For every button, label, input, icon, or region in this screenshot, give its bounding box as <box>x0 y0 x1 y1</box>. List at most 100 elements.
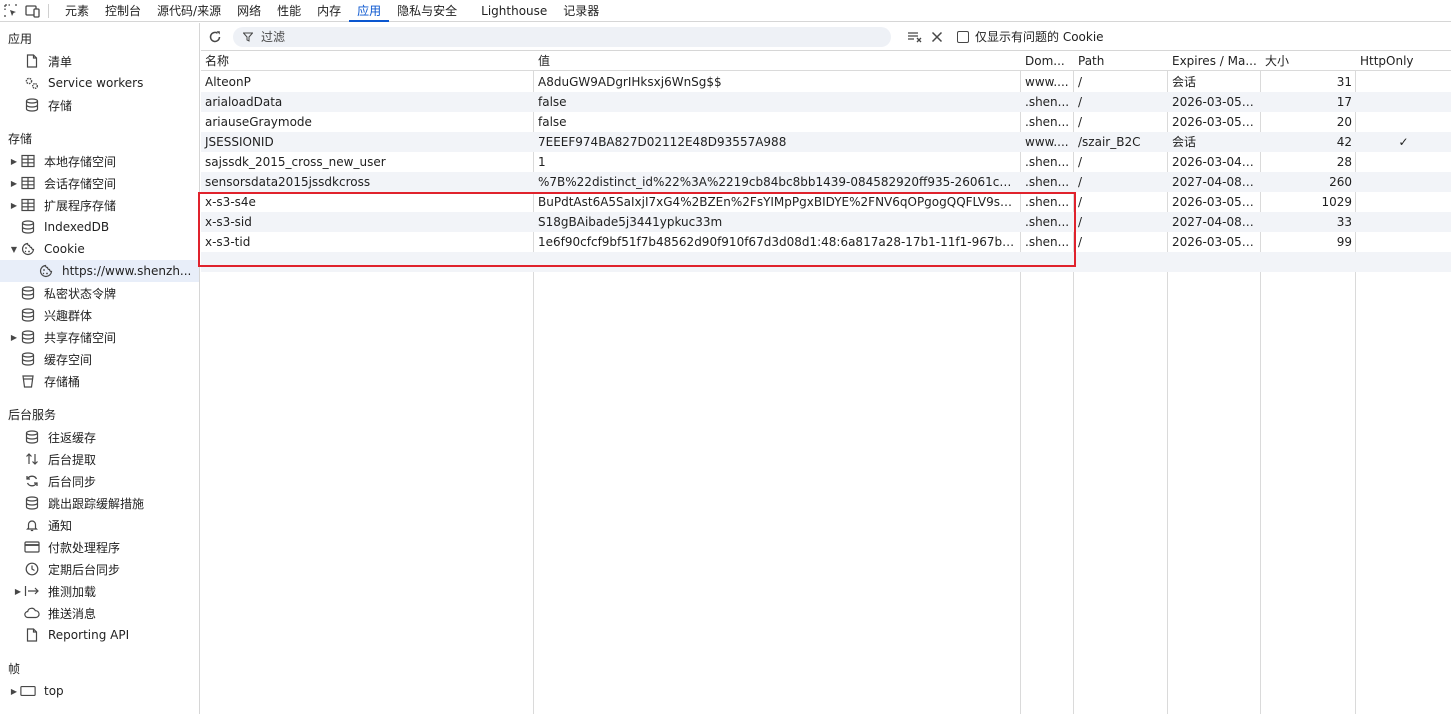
table-cell: .shen... <box>1025 215 1070 229</box>
sidebar-item-background_items-1[interactable]: 后台提取 <box>0 448 199 470</box>
table-row[interactable]: ariauseGraymode false .shen... / 2026-03-05T… <box>201 112 1451 132</box>
table-cell: 260 <box>1329 175 1352 189</box>
sidebar-item-background_items-6[interactable]: 定期后台同步 <box>0 558 199 580</box>
table-row[interactable]: sajssdk_2015_cross_new_user 1 .shen... / 202… <box>201 152 1451 172</box>
table-header: 名称值 Dom... Path Expires / Ma... 大小 HttpOnly <box>201 51 1451 71</box>
sidebar-item-app_items-0[interactable]: 清单 <box>0 50 199 72</box>
refresh-icon[interactable] <box>205 27 225 47</box>
expand-arrow-icon[interactable]: ▶ <box>8 687 20 696</box>
sidebar-item-storage_items-0[interactable]: ▶ 本地存储空间 <box>0 150 199 172</box>
column-header[interactable]: 大小 <box>1261 51 1356 71</box>
expand-arrow-icon[interactable]: ▶ <box>8 157 20 166</box>
tab-9[interactable]: 记录器 <box>555 0 607 22</box>
sidebar-item-background_items-9[interactable]: Reporting API <box>0 624 199 646</box>
table-row[interactable]: arialoadData false .shen... / 2026-03-05T...… <box>201 92 1451 112</box>
sidebar-item-storage_items-5[interactable]: https://www.shenzh... <box>0 260 199 282</box>
column-header[interactable]: HttpOnly <box>1356 51 1451 71</box>
sidebar-item-background_items-2[interactable]: 后台同步 <box>0 470 199 492</box>
database-icon <box>24 495 40 511</box>
sidebar-item-label: 付款处理程序 <box>48 540 121 555</box>
table-row[interactable]: sensorsdata2015jssdkcross %7B%22distinct_… <box>201 172 1451 192</box>
column-header[interactable]: 名称 <box>201 51 534 71</box>
table-row[interactable]: JSESSIONID 7EEEF974BA827D02112E48D93557A9… <box>201 132 1451 152</box>
sidebar-item-background_items-7[interactable]: ▶ 推测加载 <box>0 580 199 602</box>
sidebar-item-app_items-1[interactable]: Service workers <box>0 72 199 94</box>
expand-arrow-icon[interactable]: ▶ <box>8 201 20 210</box>
arrow-right-bar-icon <box>24 583 40 599</box>
sidebar-section-storage: 存储 <box>8 132 33 146</box>
sidebar-item-storage_items-9[interactable]: 缓存空间 <box>0 348 199 370</box>
tab-3[interactable]: 网络 <box>229 0 269 22</box>
table-cell: 2026-03-05T... <box>1172 115 1260 129</box>
sidebar-item-label: https://www.shenzh... <box>62 264 192 278</box>
tab-1[interactable]: 控制台 <box>97 0 149 22</box>
database-icon <box>24 429 40 445</box>
column-header[interactable]: Expires / Ma... <box>1168 51 1261 71</box>
sidebar-item-background_items-5[interactable]: 付款处理程序 <box>0 536 199 558</box>
tab-6[interactable]: 应用 <box>349 0 390 22</box>
sidebar-item-background_items-4[interactable]: 通知 <box>0 514 199 536</box>
sidebar-item-label: 跳出跟踪缓解措施 <box>48 496 145 511</box>
sidebar-item-storage_items-2[interactable]: ▶ 扩展程序存储 <box>0 194 199 216</box>
close-icon[interactable] <box>927 27 947 47</box>
table-row[interactable]: x-s3-sid S18gBAibade5j3441ypkuc33m .shen..… <box>201 212 1451 232</box>
sidebar-item-label: 清单 <box>48 54 73 69</box>
only-issues-toggle[interactable]: 仅显示有问题的 Cookie <box>957 28 1104 45</box>
tab-7[interactable]: 隐私与安全 <box>389 0 465 22</box>
expand-arrow-icon[interactable]: ▶ <box>8 333 20 342</box>
table-cell <box>1356 212 1451 232</box>
clear-filtered-icon[interactable] <box>905 27 925 47</box>
sidebar-item-background_items-3[interactable]: 跳出跟踪缓解措施 <box>0 492 199 514</box>
gears-icon <box>24 75 40 91</box>
column-header[interactable]: Dom... <box>1021 51 1074 71</box>
sidebar-item-app_items-2[interactable]: 存储 <box>0 94 199 116</box>
sidebar-item-storage_items-10[interactable]: 存储桶 <box>0 370 199 392</box>
table-cell: / <box>1078 235 1083 249</box>
table-cell: 2026-03-05T... <box>1172 235 1260 249</box>
table-cell: .shen... <box>1025 195 1070 209</box>
table-cell: ariauseGraymode <box>205 115 312 129</box>
table-row[interactable]: x-s3-s4e BuPdtAst6A5SaIxjI7xG4%2BZEn%2FsY… <box>201 192 1451 212</box>
filter-input[interactable]: 过滤 <box>233 26 891 47</box>
table-cell: 33 <box>1336 215 1352 229</box>
table-cell: 42 <box>1336 135 1352 149</box>
table-cell: / <box>1078 195 1083 209</box>
sidebar-item-label: 后台同步 <box>48 474 97 489</box>
sidebar-item-storage_items-6[interactable]: 私密状态令牌 <box>0 282 199 304</box>
sidebar-item-storage_items-7[interactable]: 兴趣群体 <box>0 304 199 326</box>
tab-4[interactable]: 性能 <box>269 0 309 22</box>
inspect-element-icon[interactable] <box>0 0 22 22</box>
sidebar-item-label: 缓存空间 <box>44 352 93 367</box>
sidebar-item-storage_items-3[interactable]: IndexedDB <box>0 216 199 238</box>
expand-arrow-icon[interactable]: ▶ <box>12 587 24 596</box>
cloud-icon <box>24 605 40 621</box>
table-icon <box>20 197 36 213</box>
sidebar-item-frame_items-0[interactable]: ▶ top <box>0 680 199 702</box>
sidebar-item-label: 往返缓存 <box>48 430 97 445</box>
table-cell: 31 <box>1336 75 1352 89</box>
sidebar-item-storage_items-4[interactable]: ▼ Cookie <box>0 238 199 260</box>
sidebar-item-storage_items-1[interactable]: ▶ 会话存储空间 <box>0 172 199 194</box>
table-cell: .shen... <box>1025 175 1070 189</box>
tab-2[interactable]: 源代码/来源 <box>149 0 229 22</box>
sidebar-item-storage_items-8[interactable]: ▶ 共享存储空间 <box>0 326 199 348</box>
sidebar-item-background_items-0[interactable]: 往返缓存 <box>0 426 199 448</box>
expand-arrow-icon[interactable]: ▶ <box>8 179 20 188</box>
table-cell: %7B%22distinct_id%22%3A%2219cb84bc8bb143… <box>538 175 1021 189</box>
table-row[interactable]: x-s3-tid 1e6f90cfcf9bf51f7b48562d90f910f6… <box>201 232 1451 252</box>
only-issues-checkbox[interactable] <box>957 30 969 43</box>
table-cell: / <box>1078 95 1083 109</box>
sidebar-item-label: 存储 <box>48 98 73 113</box>
table-cell: 2027-04-08T... <box>1172 215 1260 229</box>
tab-0[interactable]: 元素 <box>57 0 97 22</box>
sidebar-item-background_items-8[interactable]: 推送消息 <box>0 602 199 624</box>
column-header[interactable]: Path <box>1074 51 1168 71</box>
column-header[interactable]: 值 <box>534 51 1021 71</box>
tab-5[interactable]: 内存 <box>309 0 349 22</box>
device-toolbar-icon[interactable] <box>22 0 44 22</box>
tab-8[interactable]: Lighthouse <box>473 0 555 22</box>
table-cell: x-s3-s4e <box>205 195 256 209</box>
table-row[interactable]: AlteonP A8duGW9ADgrIHksxj6WnSg$$ www.... / 会… <box>201 72 1451 92</box>
table-cell: 1e6f90cfcf9bf51f7b48562d90f910f67d3d08d1… <box>538 235 1021 249</box>
collapse-arrow-icon[interactable]: ▼ <box>8 245 20 254</box>
